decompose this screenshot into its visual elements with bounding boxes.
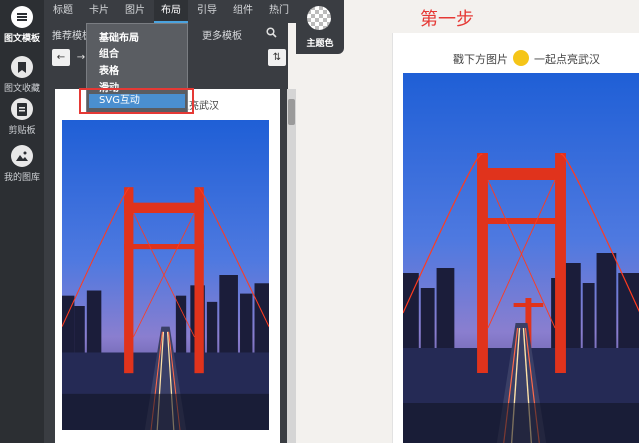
sidebar-item-label: 剪贴板 xyxy=(8,126,36,136)
back-arrow-icon[interactable]: ← xyxy=(52,49,70,66)
clipboard-icon xyxy=(11,98,33,120)
bridge-photo[interactable] xyxy=(403,73,639,443)
bookmark-icon xyxy=(11,56,33,78)
instruction-text: 戳下方图片 xyxy=(453,53,508,66)
tab-guide[interactable]: 引导 xyxy=(190,0,224,23)
menu-item-table[interactable]: 表格 xyxy=(99,62,119,77)
sort-icon[interactable]: ⇅ xyxy=(268,49,286,66)
sidebar-item-gallery[interactable]: 我的图库 xyxy=(0,145,44,183)
menu-item-combination[interactable]: 组合 xyxy=(99,45,119,60)
tab-card[interactable]: 卡片 xyxy=(82,0,116,23)
menu-icon xyxy=(11,6,33,28)
bridge-photo-preview[interactable] xyxy=(62,120,269,430)
light-up-text: 一起点亮武汉 xyxy=(534,53,600,66)
template-preview: 起点亮武汉 xyxy=(55,89,280,443)
sidebar-item-templates[interactable]: 图文模板 xyxy=(0,6,44,44)
tab-layout[interactable]: 布局 xyxy=(154,0,188,23)
sidebar-item-label: 图文模板 xyxy=(3,34,40,44)
yellow-dot xyxy=(513,50,529,66)
transparent-swatch-icon xyxy=(307,6,331,30)
preview-scrollbar[interactable] xyxy=(287,89,296,443)
theme-color-button[interactable]: 主题色 xyxy=(296,0,344,54)
sidebar-item-favorites[interactable]: 图文收藏 xyxy=(0,56,44,94)
scrollbar-thumb[interactable] xyxy=(288,99,295,125)
article-page: 戳下方图片 一起点亮武汉 xyxy=(392,33,639,443)
tab-popular[interactable]: 热门 xyxy=(262,0,296,23)
tab-title[interactable]: 标题 xyxy=(46,0,80,23)
highlight-box xyxy=(79,88,194,114)
sidebar-item-label: 图文收藏 xyxy=(3,84,40,94)
tab-image[interactable]: 图片 xyxy=(118,0,152,23)
theme-color-label: 主题色 xyxy=(306,39,334,49)
more-templates-tab[interactable]: 更多模板 xyxy=(202,27,242,42)
step-title: 第一步 xyxy=(420,9,474,30)
left-sidebar: 图文模板 图文收藏 剪贴板 我的图库 xyxy=(0,0,44,443)
menu-item-basic-layout[interactable]: 基础布局 xyxy=(99,29,139,44)
sidebar-item-label: 我的图库 xyxy=(3,173,40,183)
search-icon[interactable] xyxy=(266,27,277,41)
tab-components[interactable]: 组件 xyxy=(226,0,260,23)
image-icon xyxy=(11,145,33,167)
sidebar-item-clipboard[interactable]: 剪贴板 xyxy=(0,98,44,136)
